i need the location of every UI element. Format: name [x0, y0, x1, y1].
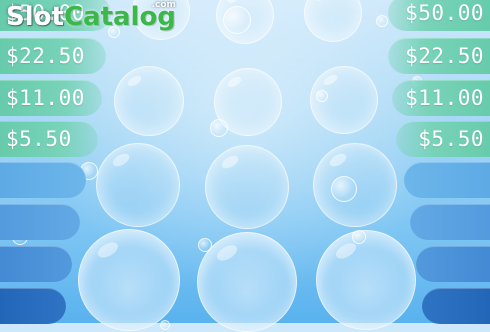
slotcatalog-logo: Slot Catalog .com [6, 0, 176, 32]
right-prize-3: $11.00 [392, 80, 490, 116]
right-level-6 [410, 204, 490, 240]
logo-part-1: Slot [6, 2, 64, 32]
logo-suffix: .com [151, 0, 176, 10]
right-prize-2: $22.50 [388, 38, 490, 74]
left-prize-3: $11.00 [0, 80, 102, 116]
left-prize-4: $5.50 [0, 121, 98, 157]
right-prize-1: $50.00 [388, 0, 490, 31]
small-bubble [223, 6, 251, 34]
left-prize-2: $22.50 [0, 38, 106, 74]
right-prize-3-label: $11.00 [405, 86, 484, 110]
right-prize-2-label: $22.50 [405, 44, 484, 68]
small-bubble [316, 90, 328, 102]
small-bubble [331, 176, 357, 202]
right-level-7 [416, 246, 490, 282]
left-level-6 [0, 204, 80, 240]
bubble-r3-c1 [96, 143, 180, 227]
left-level-5 [0, 162, 86, 198]
left-level-8 [0, 288, 66, 324]
left-prize-2-label: $22.50 [6, 44, 85, 68]
right-prize-1-label: $50.00 [405, 1, 484, 25]
small-bubble [376, 15, 388, 27]
left-prize-3-label: $11.00 [6, 86, 85, 110]
right-prize-4-label: $5.50 [418, 127, 484, 151]
left-level-7 [0, 246, 72, 282]
small-bubble [352, 230, 366, 244]
right-level-8 [422, 288, 490, 324]
bubble-r4-c1[interactable] [78, 229, 180, 331]
right-level-5 [404, 162, 490, 198]
bubble-r2-c1 [114, 66, 184, 136]
small-bubble [160, 320, 170, 330]
small-bubble [198, 238, 212, 252]
small-bubble [210, 119, 228, 137]
bubble-r3-c2 [205, 145, 289, 229]
right-prize-4: $5.50 [396, 121, 490, 157]
bubble-r4-c2[interactable] [197, 232, 297, 332]
bubble-r4-c3[interactable] [316, 230, 416, 330]
left-prize-4-label: $5.50 [6, 127, 72, 151]
